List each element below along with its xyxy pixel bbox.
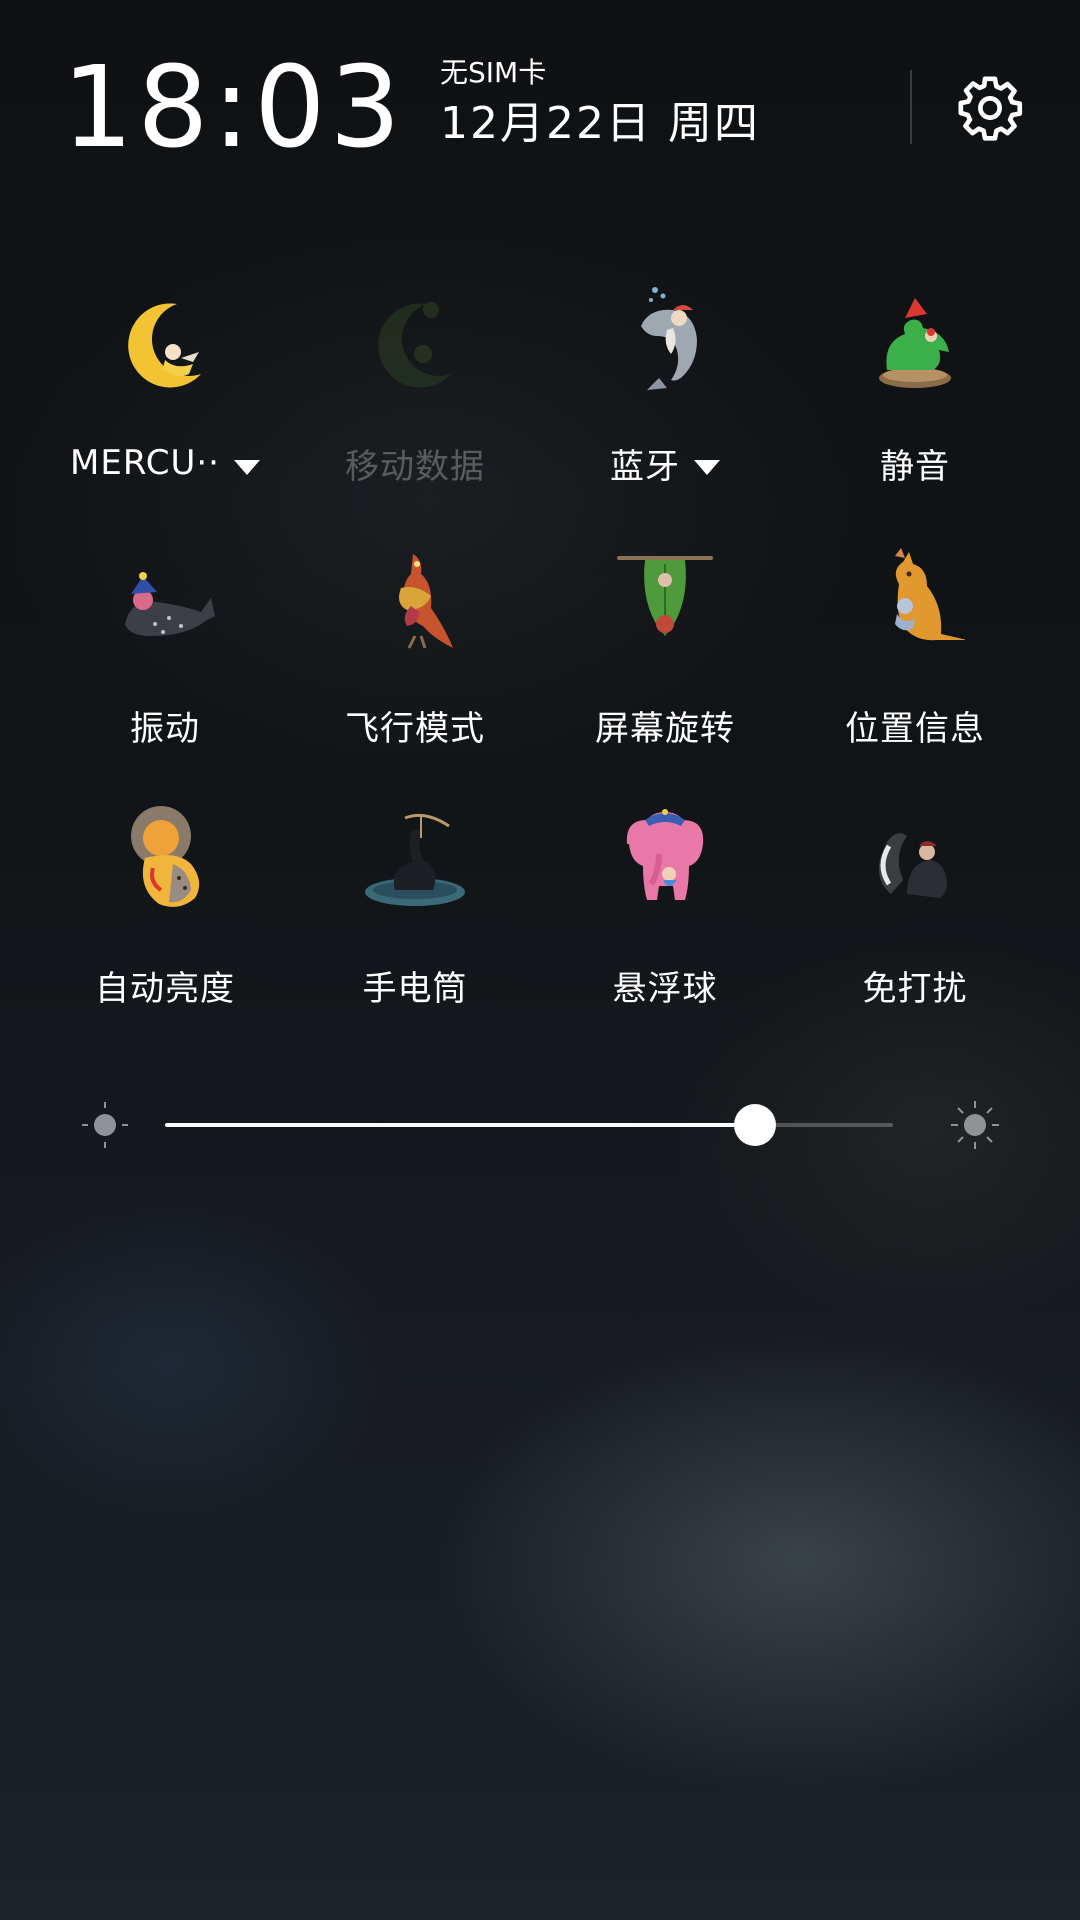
tile-floating-ball[interactable]: 悬浮球 [540, 792, 790, 1042]
tile-label: 免打扰 [862, 968, 968, 1009]
seal-icon [125, 572, 215, 636]
swan-icon [365, 813, 465, 906]
settings-button[interactable] [952, 70, 1028, 146]
gear-icon [958, 76, 1023, 141]
clock: 18:03 [62, 43, 405, 173]
brightness-high-icon [951, 1101, 999, 1149]
skunk-icon [878, 833, 947, 898]
tile-screen-rotation[interactable]: 屏幕旋转 [540, 532, 790, 782]
status-header: 18:03 无SIM卡 12月22日 周四 [0, 0, 1080, 200]
tile-mobile-data[interactable]: 移动数据 [290, 270, 540, 520]
kangaroo-icon [895, 548, 965, 641]
brightness-thumb[interactable] [733, 1104, 776, 1146]
mobile-data-icon [378, 302, 451, 388]
header-divider [910, 70, 912, 144]
tile-airplane-mode[interactable]: 飞行模式 [290, 532, 540, 782]
tile-label: 蓝牙 [610, 446, 680, 487]
dolphin-icon [641, 287, 697, 390]
tile-label: 静音 [880, 446, 950, 487]
tile-label: 手电筒 [362, 968, 468, 1009]
bat-icon [617, 556, 713, 636]
tile-label: MERCU·· [70, 443, 220, 483]
brightness-fill [165, 1123, 755, 1127]
tile-label: 飞行模式 [345, 708, 485, 749]
brightness-slider[interactable] [165, 1104, 893, 1146]
tile-auto-brightness[interactable]: 自动亮度 [40, 792, 290, 1042]
sim-status: 无SIM卡 [440, 56, 547, 89]
tile-bluetooth[interactable]: 蓝牙 [540, 270, 790, 520]
lion-icon [131, 806, 200, 907]
brightness-control [0, 1090, 1080, 1160]
tile-mute[interactable]: 静音 [790, 270, 1040, 520]
tile-label: 自动亮度 [95, 968, 235, 1009]
moon-sleeper-icon [128, 303, 201, 388]
tile-label: 悬浮球 [612, 968, 718, 1009]
tile-vibrate[interactable]: 振动 [40, 532, 290, 782]
parrot-icon [399, 554, 453, 649]
tile-do-not-disturb[interactable]: 免打扰 [790, 792, 1040, 1042]
tile-label: 位置信息 [845, 708, 985, 749]
tile-location[interactable]: 位置信息 [790, 532, 1040, 782]
tile-wifi[interactable]: MERCU·· [40, 270, 290, 520]
tile-label: 屏幕旋转 [595, 708, 735, 749]
date: 12月22日 周四 [440, 98, 760, 149]
chevron-down-icon[interactable] [234, 459, 260, 475]
tile-flashlight[interactable]: 手电筒 [290, 792, 540, 1042]
chevron-down-icon[interactable] [694, 459, 720, 475]
tile-label: 振动 [130, 708, 200, 749]
mute-bird-icon [879, 298, 951, 388]
brightness-low-icon [82, 1102, 128, 1148]
tile-label: 移动数据 [345, 446, 485, 487]
elephant-icon [626, 809, 704, 900]
